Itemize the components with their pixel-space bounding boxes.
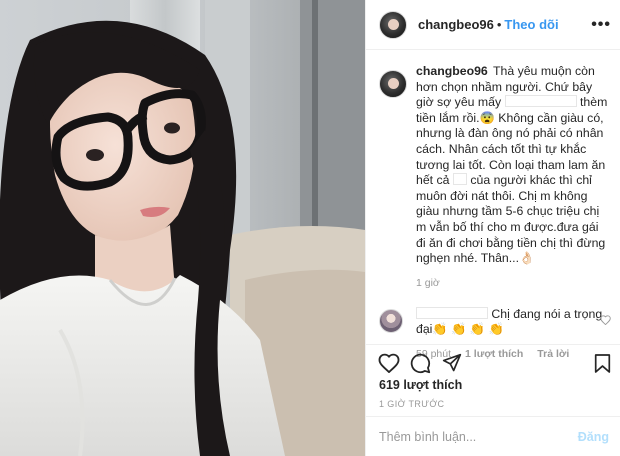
comments-list: changbeo96 Thà yêu muộn còn hơn chọn nhầ…: [366, 58, 620, 360]
caption-text: changbeo96 Thà yêu muộn còn hơn chọn nhầ…: [416, 64, 609, 267]
more-options-icon[interactable]: •••: [591, 16, 611, 34]
caption-comment: changbeo96 Thà yêu muộn còn hơn chọn nhầ…: [366, 64, 620, 289]
post-comment-button[interactable]: Đăng: [578, 430, 609, 444]
bookmark-icon[interactable]: [594, 353, 611, 374]
header-username[interactable]: changbeo96: [418, 17, 494, 32]
header-separator: •: [496, 17, 502, 32]
follow-button[interactable]: Theo dõi: [504, 17, 558, 32]
reply-text-row: Chị đang nói a trọng đại👏 👏 👏 👏: [416, 306, 609, 338]
caption-time[interactable]: 1 giờ: [416, 277, 440, 289]
redacted-text: [504, 95, 577, 108]
avatar[interactable]: [379, 308, 403, 333]
post-photo[interactable]: [0, 0, 365, 456]
post-timestamp: 1 GIỜ TRƯỚC: [379, 399, 445, 409]
redacted-text: [452, 173, 467, 186]
instagram-post: changbeo96 • Theo dõi ••• changbeo96 Thà…: [0, 0, 620, 456]
avatar[interactable]: [379, 70, 407, 98]
small-heart-icon[interactable]: [600, 315, 611, 325]
avatar[interactable]: [379, 10, 407, 39]
post-side-panel: changbeo96 • Theo dõi ••• changbeo96 Thà…: [365, 0, 620, 456]
add-comment-bar: Đăng: [366, 416, 620, 456]
caption-username[interactable]: changbeo96: [416, 64, 488, 78]
caption-meta: 1 giờ: [416, 277, 609, 289]
redacted-username: [416, 306, 488, 319]
share-icon[interactable]: [442, 353, 462, 373]
comment-input[interactable]: [379, 429, 559, 444]
post-header: changbeo96 • Theo dõi •••: [366, 0, 620, 50]
likes-count[interactable]: 619 lượt thích: [379, 378, 462, 392]
comment-icon[interactable]: [410, 353, 431, 374]
heart-icon[interactable]: [378, 353, 400, 373]
selfie-illustration: [0, 0, 365, 456]
